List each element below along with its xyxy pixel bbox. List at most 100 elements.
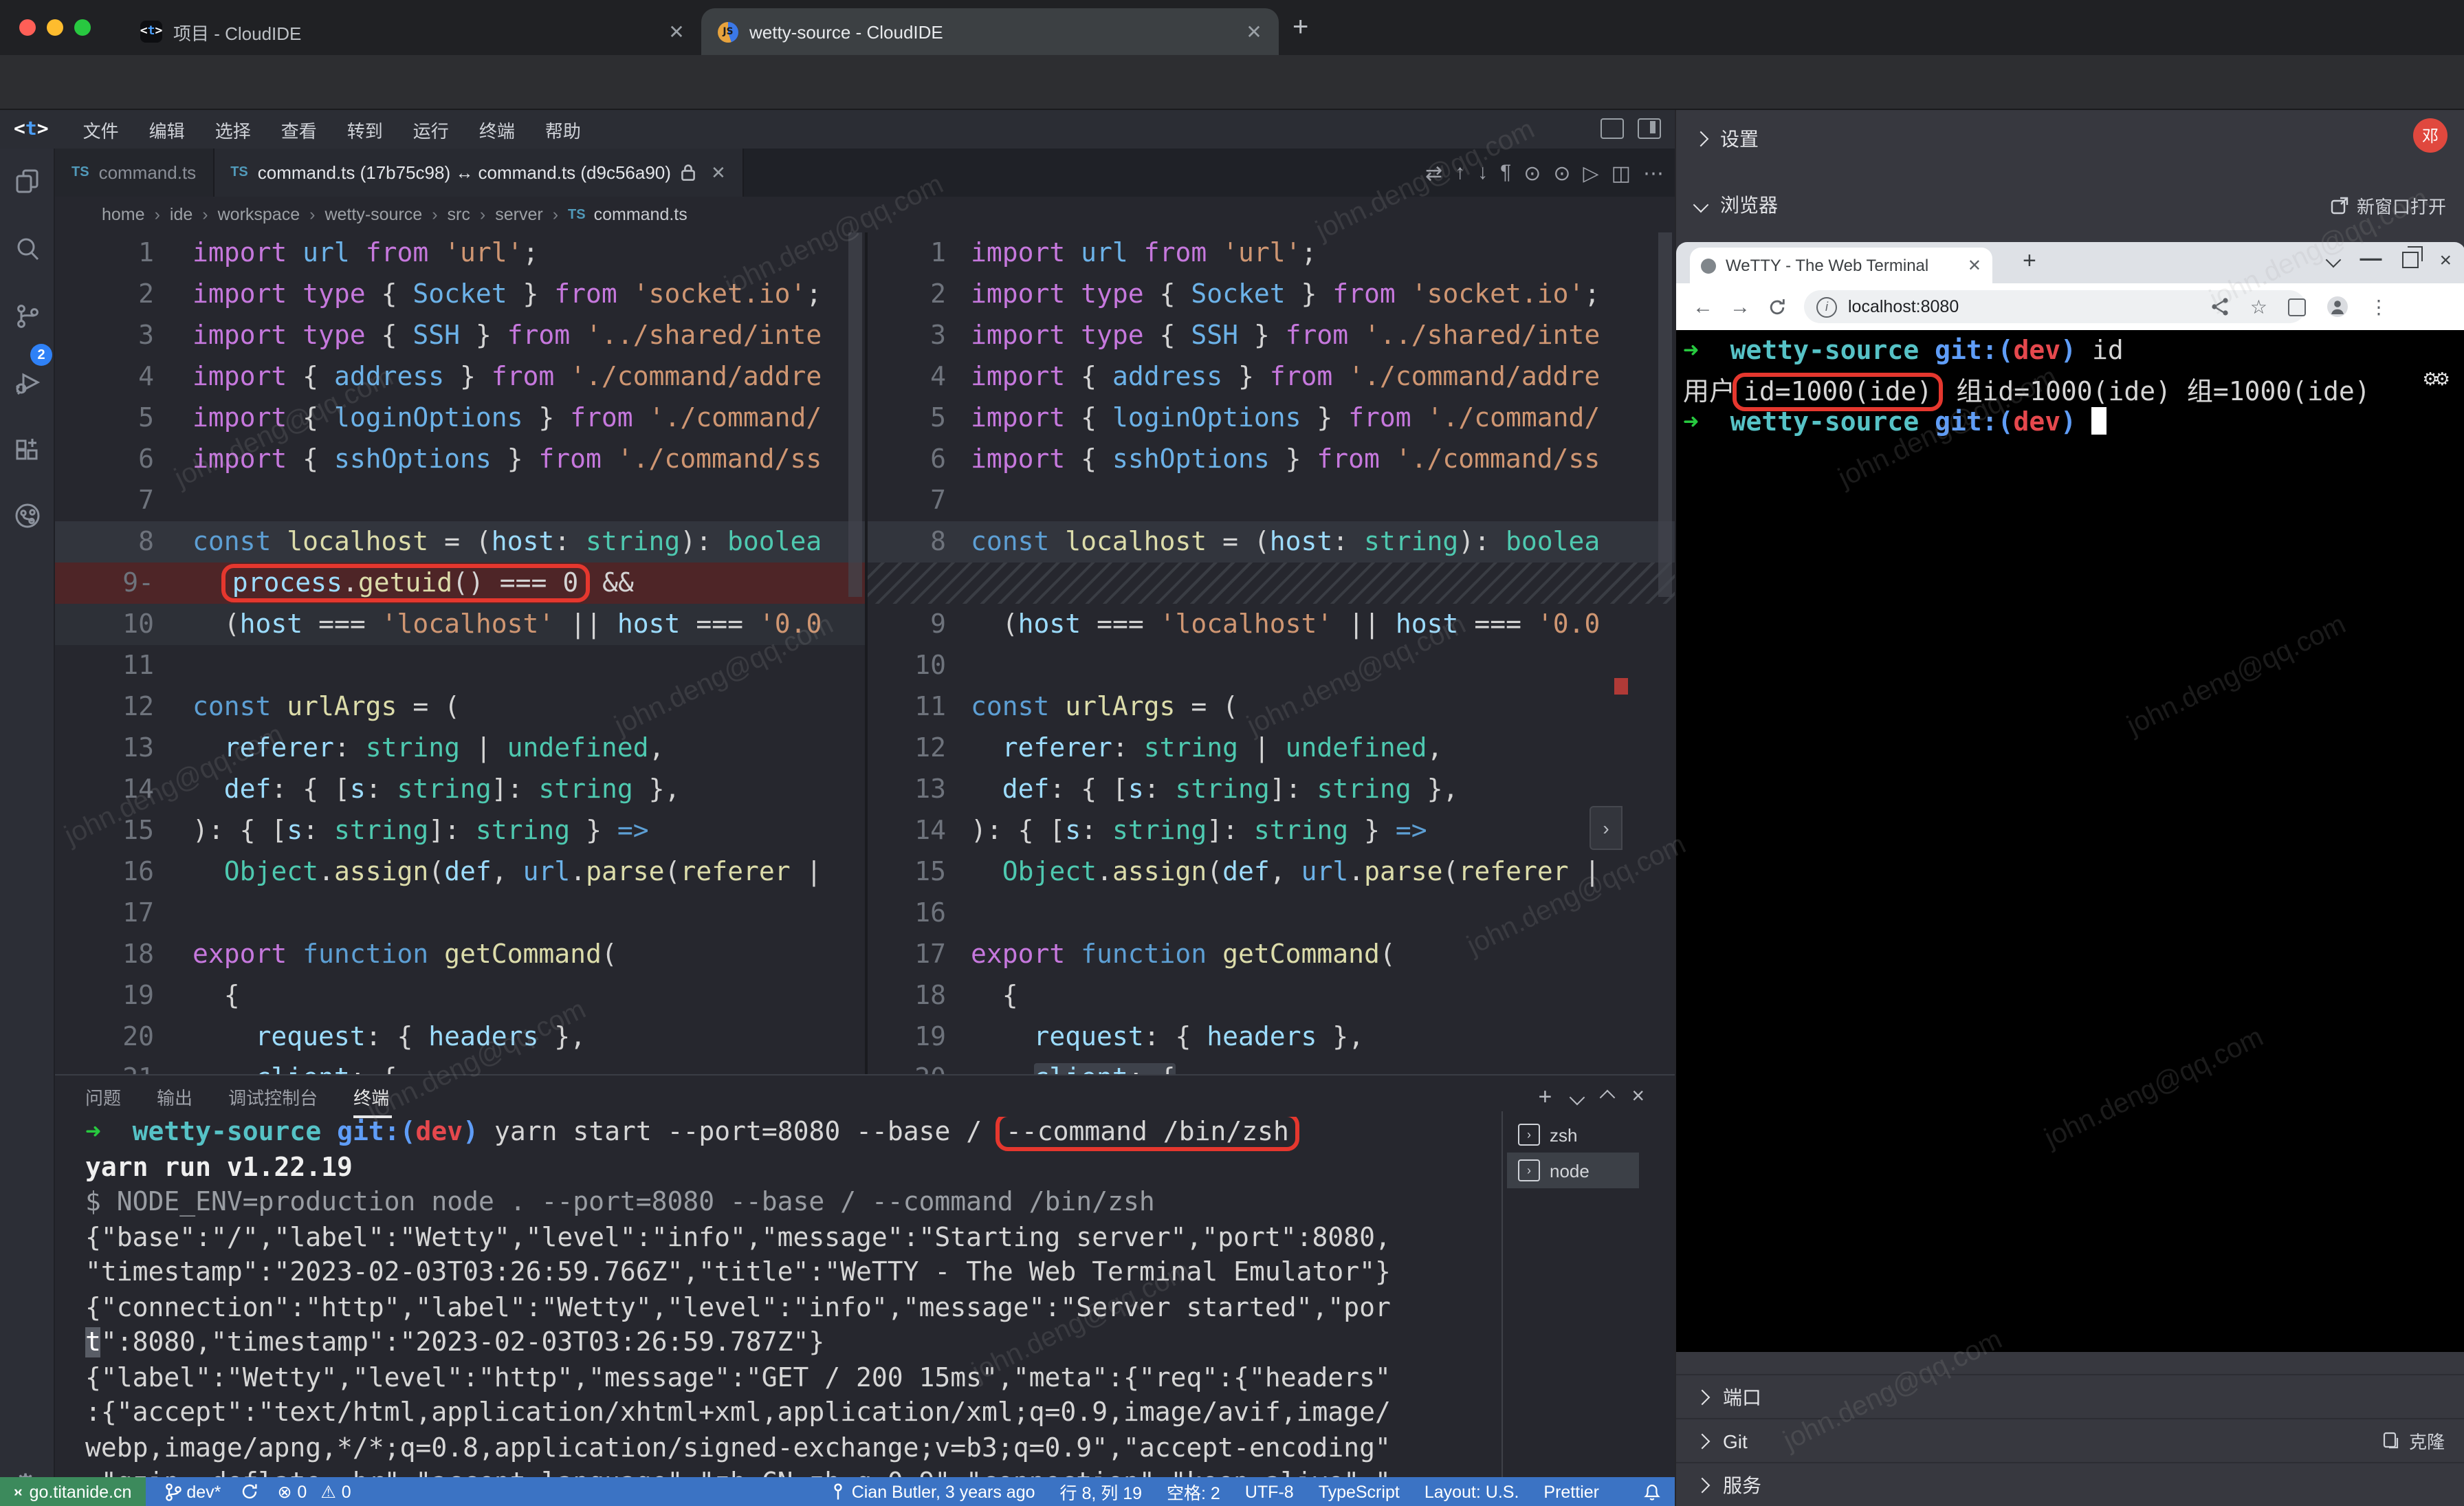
status-item[interactable]: Prettier [1543, 1482, 1599, 1501]
editor-nav-chevron-button[interactable]: › [1590, 806, 1622, 850]
extensions-icon[interactable] [12, 436, 43, 466]
menu-item[interactable]: 文件 [68, 116, 134, 142]
restore-icon[interactable] [2402, 252, 2419, 268]
settings-section-header[interactable]: 设置 [1676, 116, 2464, 162]
sidebar-section-Git[interactable]: Git克隆 [1676, 1418, 2464, 1462]
status-item[interactable]: 行 8, 列 19 [1060, 1478, 1143, 1505]
close-icon[interactable]: ✕ [711, 162, 726, 184]
minimize-window-button[interactable] [47, 19, 63, 36]
breadcrumb-item[interactable]: src [448, 205, 470, 224]
status-item[interactable]: UTF-8 [1245, 1482, 1294, 1501]
close-icon[interactable]: ✕ [666, 20, 688, 43]
menu-item[interactable]: 查看 [266, 116, 332, 142]
wetty-settings-gears-icon[interactable]: ⚙⚙ [2422, 369, 2446, 391]
diff-modified-pane[interactable]: 1import url from 'url';2import type { So… [868, 232, 1675, 1074]
panel-tab[interactable]: 调试控制台 [228, 1084, 318, 1118]
editor-tab[interactable]: TScommand.ts (17b75c98) ↔ command.ts (d9… [214, 149, 744, 197]
sidebar-section-端口[interactable]: 端口 [1676, 1374, 2464, 1418]
breadcrumb-item[interactable]: home [102, 205, 145, 224]
browser-section-header[interactable]: 浏览器 新窗口打开 [1676, 182, 2464, 228]
open-new-window-button[interactable]: 新窗口打开 [2331, 192, 2446, 218]
wetty-terminal[interactable]: ➜ wetty-source git:(dev) id用户id=1000(ide… [1676, 330, 2464, 1352]
close-icon[interactable]: × [2439, 248, 2452, 272]
diff-editor[interactable]: 1import url from 'url';2import type { So… [55, 232, 1675, 1074]
breadcrumb-item[interactable]: wetty-source [324, 205, 422, 224]
new-terminal-icon[interactable]: + [1538, 1084, 1552, 1111]
browser-tab[interactable]: JSwetty-source - CloudIDE✕ [701, 8, 1279, 55]
clone-button[interactable]: 克隆 [2383, 1428, 2445, 1454]
previous-diff-icon[interactable]: ↑ [1455, 161, 1465, 184]
branch-indicator[interactable]: dev* [164, 1482, 221, 1501]
side-panel-icon[interactable] [2288, 298, 2306, 316]
browser-tab[interactable]: <t>项目 - CloudIDE✕ [124, 8, 701, 55]
reload-icon[interactable] [1767, 296, 1788, 317]
sync-indicator[interactable] [240, 1483, 258, 1500]
close-window-button[interactable] [19, 19, 36, 36]
profile-icon[interactable] [2326, 296, 2348, 318]
run-debug-icon[interactable] [12, 369, 43, 399]
remote-indicator[interactable]: ›‹ go.titanide.cn [0, 1477, 145, 1506]
editor-tab[interactable]: TScommand.ts [55, 149, 214, 197]
status-item[interactable]: TypeScript [1319, 1482, 1400, 1501]
menu-item[interactable]: 选择 [200, 116, 266, 142]
status-item[interactable]: Layout: U.S. [1424, 1482, 1519, 1501]
toggle-panel-icon[interactable] [1638, 118, 1661, 139]
menu-item[interactable]: 运行 [398, 116, 464, 142]
panel-tab[interactable]: 输出 [157, 1084, 192, 1118]
menu-dots-icon[interactable]: ⋮ [2369, 295, 2388, 318]
forward-icon[interactable]: → [1730, 295, 1750, 318]
terminal-output[interactable]: ➜ wetty-source git:(dev) yarn start --po… [85, 1117, 1488, 1477]
remote-status-icon[interactable] [12, 501, 43, 531]
notifications-bell-icon[interactable] [1643, 1482, 1661, 1501]
maximize-panel-icon[interactable] [1599, 1090, 1615, 1106]
back-icon[interactable]: ← [1693, 295, 1713, 318]
right-scrollbar[interactable] [1658, 232, 1672, 597]
status-item[interactable]: 空格: 2 [1167, 1478, 1220, 1505]
menu-item[interactable]: 转到 [332, 116, 398, 142]
terminal-dropdown-icon[interactable] [1569, 1090, 1585, 1106]
more-actions-icon[interactable]: ⋯ [1643, 160, 1664, 185]
whitespace-icon[interactable]: ¶ [1500, 161, 1511, 184]
left-scrollbar[interactable] [848, 232, 862, 597]
status-item[interactable]: Cian Butler, 3 years ago [831, 1482, 1035, 1501]
next-diff-icon[interactable]: ↓ [1477, 161, 1488, 184]
breadcrumb-file[interactable]: command.ts [594, 205, 688, 224]
search-icon[interactable] [12, 234, 43, 264]
run-icon[interactable]: ▷ [1583, 160, 1599, 185]
source-control-icon[interactable] [12, 301, 43, 331]
close-icon[interactable]: ✕ [1968, 256, 1981, 275]
breadcrumb-item[interactable]: server [495, 205, 542, 224]
breadcrumb[interactable]: home›ide›workspace›wetty-source›src›serv… [55, 197, 1675, 232]
problems-indicator[interactable]: ⊗0 ⚠0 [277, 1481, 351, 1502]
manage-gear-icon[interactable]: ⚙ [14, 1469, 37, 1477]
split-editor-icon[interactable]: ◫ [1612, 160, 1631, 185]
restore-layout-icon[interactable] [1600, 118, 1624, 139]
maximize-window-button[interactable] [74, 19, 91, 36]
user-badge[interactable]: 邓 [2413, 118, 2448, 153]
panel-tab[interactable]: 终端 [353, 1084, 392, 1118]
terminal-session-item[interactable]: ›zsh [1507, 1117, 1639, 1153]
prev-change-icon[interactable]: ⊙ [1524, 160, 1541, 185]
minimize-icon[interactable]: — [2360, 248, 2382, 272]
bookmark-star-icon[interactable]: ☆ [2250, 295, 2267, 318]
explorer-icon[interactable] [12, 166, 43, 197]
info-icon[interactable]: i [1816, 296, 1837, 317]
breadcrumb-item[interactable]: workspace [218, 205, 300, 224]
preview-tab[interactable]: WeTTY - The Web Terminal ✕ [1690, 248, 1992, 283]
open-changes-icon[interactable]: ⇄ [1425, 160, 1442, 185]
terminal-session-item[interactable]: ›node [1507, 1153, 1639, 1188]
chevron-down-icon[interactable] [2326, 252, 2342, 268]
preview-new-tab-icon[interactable]: + [2023, 248, 2036, 275]
menu-item[interactable]: 终端 [464, 116, 530, 142]
next-change-icon[interactable]: ⊙ [1553, 160, 1570, 185]
diff-original-pane[interactable]: 1import url from 'url';2import type { So… [55, 232, 865, 1074]
panel-tab[interactable]: 问题 [85, 1084, 121, 1118]
new-tab-icon[interactable]: + [1292, 12, 1308, 44]
menu-item[interactable]: 帮助 [530, 116, 596, 142]
close-panel-icon[interactable]: × [1631, 1085, 1644, 1110]
menu-item[interactable]: 编辑 [134, 116, 200, 142]
sidebar-section-服务[interactable]: 服务 [1676, 1462, 2464, 1506]
close-icon[interactable]: ✕ [1243, 20, 1265, 43]
share-icon[interactable] [2212, 297, 2230, 316]
breadcrumb-item[interactable]: ide [170, 205, 192, 224]
